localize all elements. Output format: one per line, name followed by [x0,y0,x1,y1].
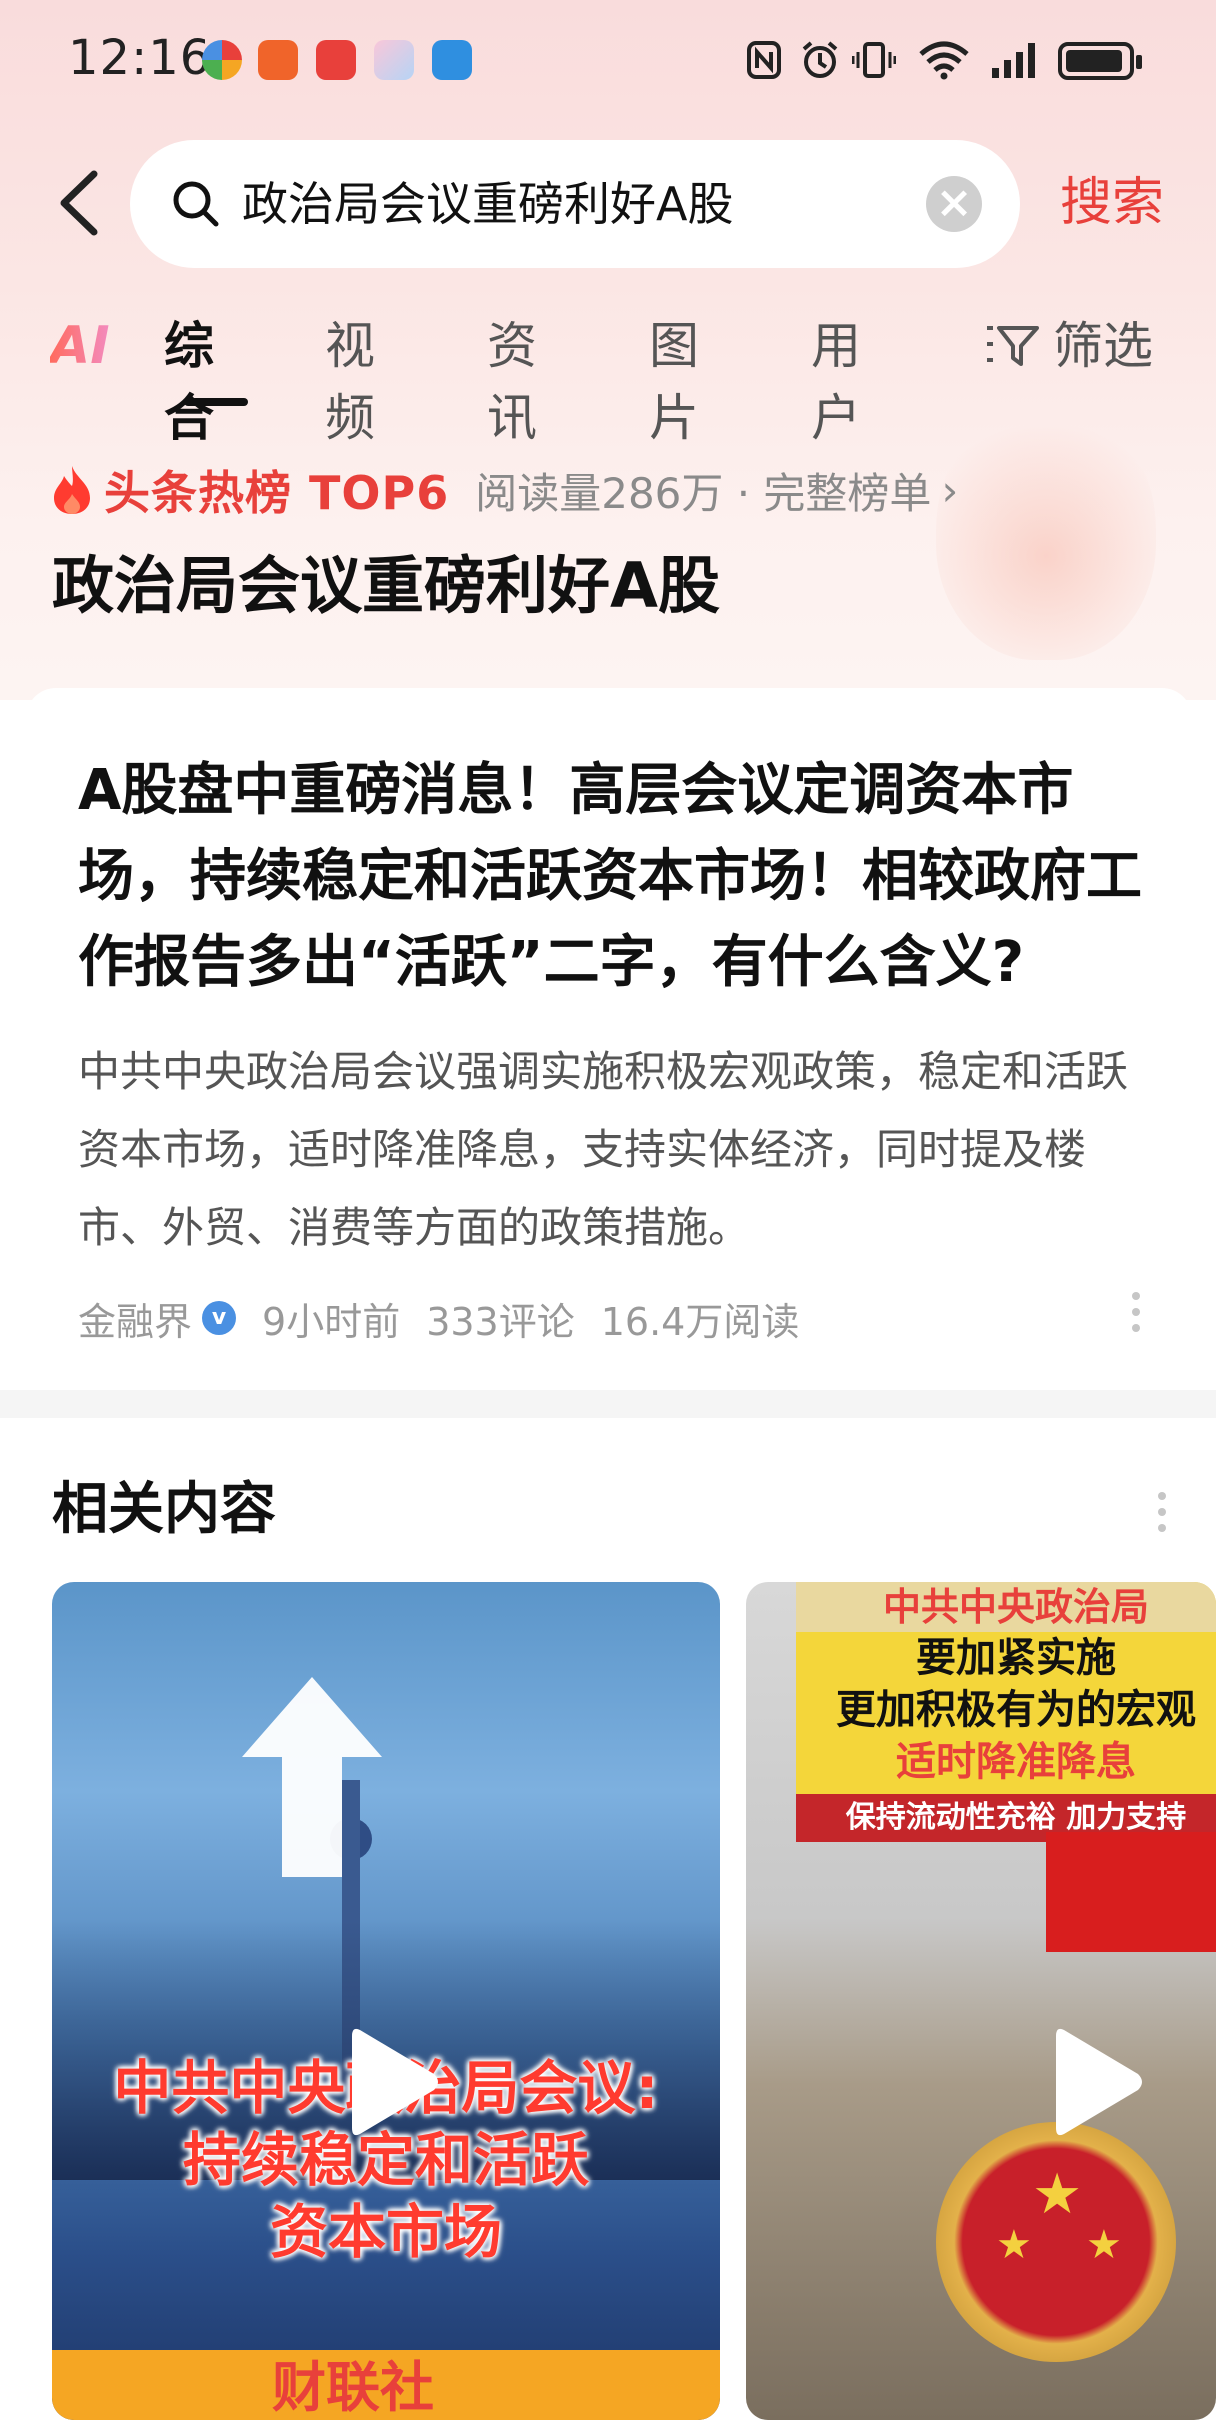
related-video-card[interactable]: 中共中央政治局会议: 持续稳定和活跃 资本市场 财联社 [52,1582,720,2420]
tab-video[interactable]: 视频 [325,310,375,454]
status-time: 12:16 [68,30,212,86]
search-input[interactable]: 政治局会议重磅利好A股 × [130,140,1020,268]
battery-icon [1058,42,1142,80]
article-time: 9小时前 [262,1299,401,1344]
chevron-right-icon: › [941,465,959,515]
tab-images[interactable]: 图片 [649,310,699,454]
back-button[interactable] [50,168,110,238]
app-notification-icon [258,40,298,80]
hot-board-row[interactable]: 头条热榜 TOP6 阅读量286万 · 完整榜单 › [50,455,958,525]
chevron-left-icon [60,170,98,236]
flag-decoration [1046,1832,1216,1952]
search-icon [170,178,222,230]
article-comments: 333评论 [426,1299,575,1344]
filter-icon [987,326,1039,366]
status-bar: 12:16 [0,0,1216,120]
filter-button[interactable]: 筛选 [985,310,1153,382]
related-section-title: 相关内容 [52,1477,276,1542]
more-vertical-icon[interactable] [1158,1492,1166,1540]
wifi-icon [918,38,970,82]
search-query[interactable]: 政治局会议重磅利好A股 [242,170,733,238]
video-logo-text: 财联社 [272,2356,434,2419]
signal-icon [990,38,1040,82]
active-tab-indicator [184,398,248,406]
alarm-icon [798,38,842,82]
clear-icon[interactable]: × [926,176,982,232]
article-reads: 16.4万阅读 [600,1299,800,1344]
video-banner: 中共中央政治局 要加紧实施 更加积极有为的宏观 适时降准降息 保持流动性充裕 加… [796,1582,1216,1842]
article-card[interactable]: A股盘中重磅消息！高层会议定调资本市场，持续稳定和活跃资本市场！相较政府工作报告… [26,688,1192,1390]
fire-icon [54,466,90,514]
emblem-decoration: ★ ★ ★ [936,2122,1176,2362]
hot-board-decoration [936,400,1156,660]
related-video-card[interactable]: 中共中央政治局 要加紧实施 更加积极有为的宏观 适时降准降息 保持流动性充裕 加… [746,1582,1216,2420]
app-notification-icon [316,40,356,80]
tab-comprehensive[interactable]: 综合 [164,310,214,454]
more-vertical-icon[interactable] [1132,1292,1142,1338]
app-notification-icon [202,40,242,80]
tab-news[interactable]: 资讯 [487,310,537,454]
tab-ai[interactable]: AI [50,310,110,382]
verified-icon: v [202,1301,237,1335]
tab-users[interactable]: 用户 [811,310,861,454]
play-icon[interactable] [1046,2022,1146,2142]
hot-board-label: 头条热榜 TOP6 [104,466,450,520]
article-source[interactable]: 金融界 [78,1291,192,1346]
search-button[interactable]: 搜索 [1060,168,1164,238]
vibrate-icon [852,38,896,82]
section-divider [0,1390,1216,1418]
video-logo-strip: 财联社 [52,2350,720,2420]
up-arrow-icon [242,1677,382,1877]
nfc-icon [744,38,784,82]
article-meta: 金融界 v 9小时前 333评论 16.4万阅读 [78,1288,799,1348]
article-title[interactable]: A股盘中重磅消息！高层会议定调资本市场，持续稳定和活跃资本市场！相较政府工作报告… [78,748,1158,1006]
app-notification-icon [374,40,414,80]
hot-board-meta[interactable]: 阅读量286万 · 完整榜单 [475,460,931,521]
play-icon[interactable] [342,2022,442,2142]
filter-label: 筛选 [1053,317,1153,375]
app-notification-icon [432,40,472,80]
article-summary: 中共中央政治局会议强调实施积极宏观政策，稳定和活跃资本市场，适时降准降息，支持实… [78,1047,1129,1252]
topic-title: 政治局会议重磅利好A股 [52,549,720,622]
